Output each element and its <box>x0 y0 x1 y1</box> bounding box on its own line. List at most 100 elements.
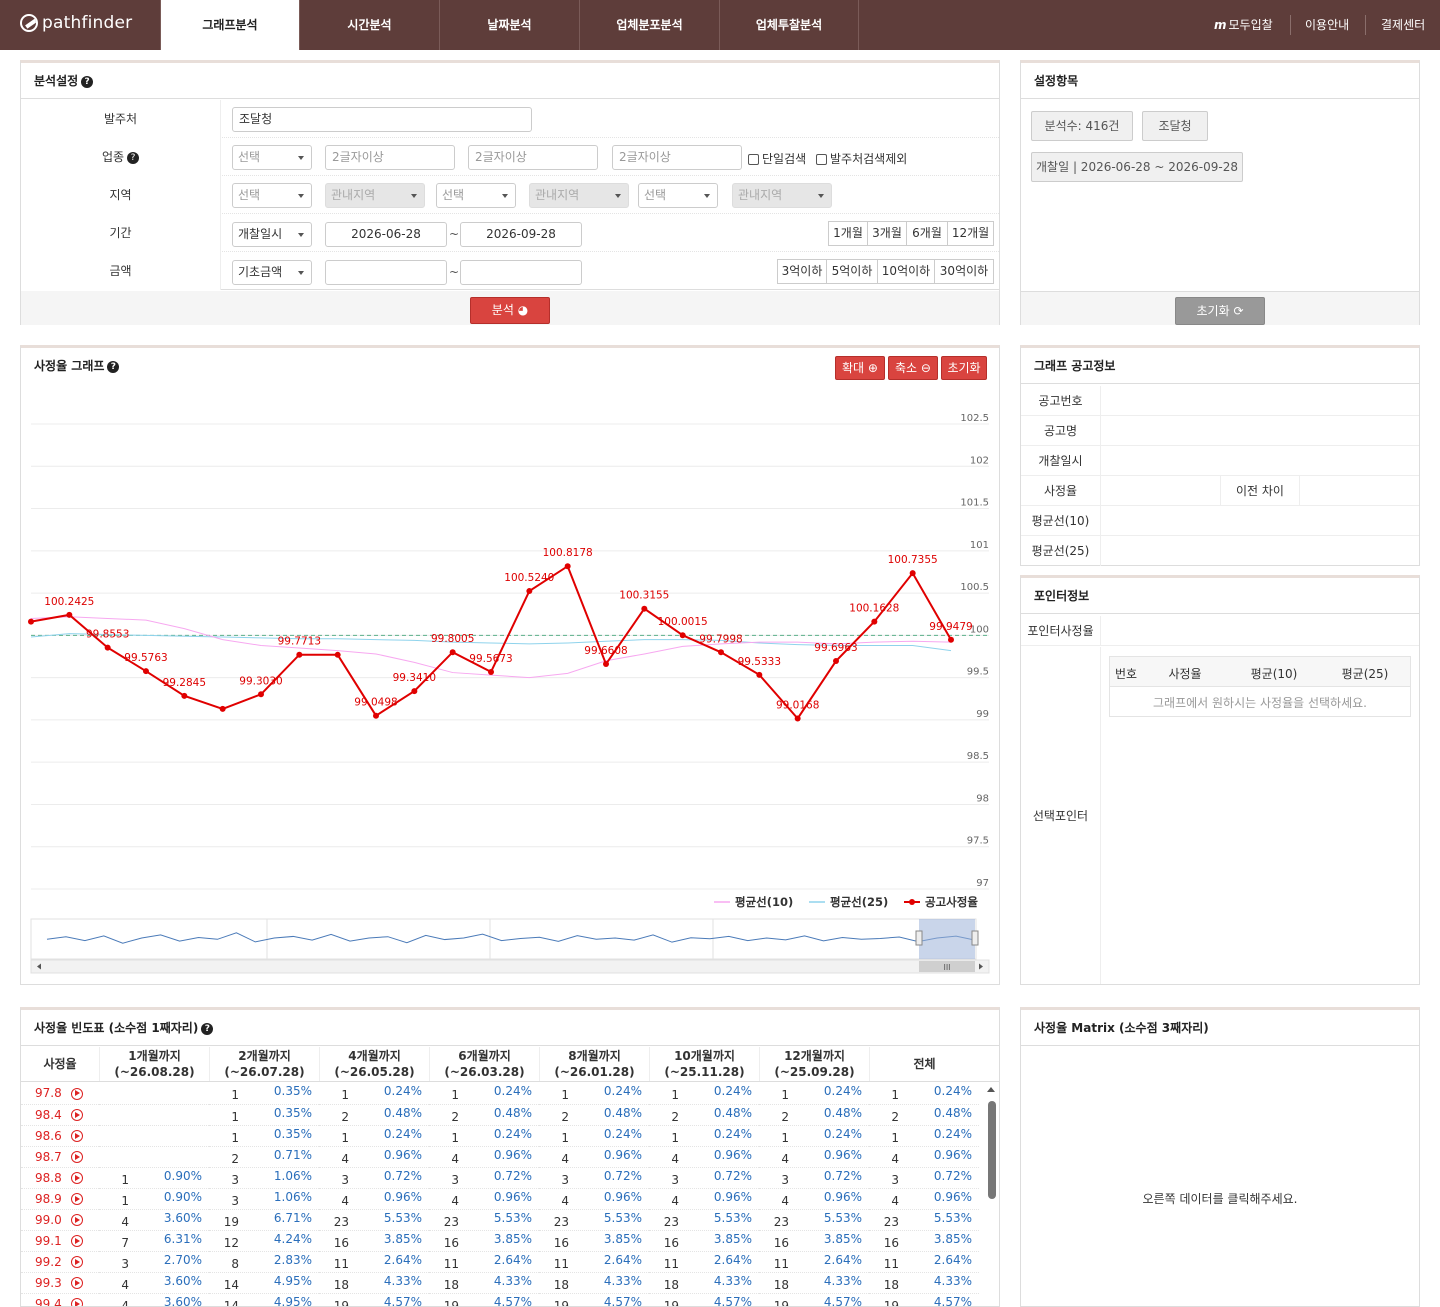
legend-label[interactable]: 평균선(25) <box>830 895 888 909</box>
frequency-cell[interactable]: 10.35% <box>209 1083 319 1104</box>
frequency-cell[interactable]: 10.90% <box>99 1188 209 1209</box>
frequency-cell[interactable]: 40.96% <box>649 1188 759 1209</box>
frequency-cell[interactable]: 40.96% <box>429 1188 539 1209</box>
table-row[interactable]: 98.7 20.71%40.96%40.96%40.96%40.96%40.96… <box>21 1146 979 1167</box>
frequency-cell[interactable] <box>99 1104 209 1125</box>
frequency-cell[interactable]: 144.95% <box>209 1272 319 1293</box>
frequency-cell[interactable]: 112.64% <box>319 1251 429 1272</box>
chart-series[interactable] <box>31 566 951 718</box>
region-select-2[interactable]: 선택 <box>436 183 516 208</box>
data-point[interactable] <box>296 652 302 658</box>
data-point[interactable] <box>105 645 111 651</box>
frequency-cell[interactable]: 40.96% <box>759 1146 869 1167</box>
frequency-cell[interactable]: 32.70% <box>99 1251 209 1272</box>
frequency-cell[interactable]: 196.71% <box>209 1209 319 1230</box>
rate-cell[interactable]: 98.7 <box>21 1146 99 1167</box>
amount-from-input[interactable] <box>325 260 447 285</box>
industry-keyword-input-1[interactable]: 2글자이상 <box>325 145 455 170</box>
frequency-cell[interactable]: 112.64% <box>649 1251 759 1272</box>
overview-right-handle[interactable] <box>972 931 978 945</box>
frequency-cell[interactable]: 184.33% <box>759 1272 869 1293</box>
guide-link[interactable]: 이용안내 <box>1305 0 1349 50</box>
frequency-cell[interactable] <box>99 1125 209 1146</box>
frequency-cell[interactable]: 30.72% <box>319 1167 429 1188</box>
period-type-select[interactable]: 개찰일시 <box>232 222 312 247</box>
frequency-cell[interactable]: 184.33% <box>649 1272 759 1293</box>
frequency-cell[interactable]: 43.60% <box>99 1272 209 1293</box>
region-select-3[interactable]: 선택 <box>638 183 718 208</box>
rate-cell[interactable]: 98.6 <box>21 1125 99 1146</box>
period-6month-button[interactable]: 6개월 <box>906 221 948 246</box>
amount-500m-button[interactable]: 5억이하 <box>826 259 878 284</box>
frequency-cell[interactable] <box>99 1146 209 1167</box>
frequency-cell[interactable]: 184.33% <box>869 1272 979 1293</box>
data-point[interactable] <box>641 606 647 612</box>
frequency-cell[interactable]: 194.57% <box>759 1293 869 1307</box>
period-1month-button[interactable]: 1개월 <box>828 221 868 246</box>
frequency-cell[interactable]: 194.57% <box>649 1293 759 1307</box>
industry-keyword-input-3[interactable]: 2글자이상 <box>612 145 742 170</box>
modu-bid-link[interactable]: m모두입찰 <box>1214 0 1273 50</box>
frequency-cell[interactable]: 20.48% <box>319 1104 429 1125</box>
exclude-client-checkbox[interactable]: 발주처검색제외 <box>816 150 907 167</box>
help-icon[interactable]: ? <box>201 1023 213 1035</box>
frequency-cell[interactable]: 30.72% <box>649 1167 759 1188</box>
data-point[interactable] <box>756 672 762 678</box>
frequency-cell[interactable]: 10.24% <box>759 1125 869 1146</box>
zoom-out-button[interactable]: 축소 ⊖ <box>888 356 938 380</box>
frequency-cell[interactable]: 235.53% <box>539 1209 649 1230</box>
data-point[interactable] <box>258 691 264 697</box>
frequency-table-body[interactable]: 97.8 10.35%10.24%10.24%10.24%10.24%10.24… <box>21 1083 985 1307</box>
table-scrollbar[interactable] <box>985 1083 999 1307</box>
frequency-cell[interactable]: 40.96% <box>539 1188 649 1209</box>
data-point[interactable] <box>488 669 494 675</box>
frequency-cell[interactable]: 124.24% <box>209 1230 319 1251</box>
frequency-cell[interactable]: 40.96% <box>429 1146 539 1167</box>
frequency-cell[interactable]: 10.24% <box>429 1125 539 1146</box>
rate-cell[interactable]: 99.4 <box>21 1293 99 1307</box>
client-input[interactable]: 조달청 <box>232 107 532 132</box>
period-12month-button[interactable]: 12개월 <box>947 221 994 246</box>
tab-time-analysis[interactable]: 시간분석 <box>299 0 439 50</box>
frequency-cell[interactable]: 20.48% <box>429 1104 539 1125</box>
play-icon[interactable] <box>71 1151 83 1163</box>
frequency-cell[interactable]: 76.31% <box>99 1230 209 1251</box>
frequency-cell[interactable]: 163.85% <box>869 1230 979 1251</box>
amount-1b-button[interactable]: 10억이하 <box>877 259 935 284</box>
scroll-up-icon[interactable] <box>987 1087 995 1092</box>
frequency-cell[interactable]: 112.64% <box>869 1251 979 1272</box>
frequency-cell[interactable]: 235.53% <box>649 1209 759 1230</box>
amount-to-input[interactable] <box>460 260 582 285</box>
tab-company-bidding[interactable]: 업체투찰분석 <box>719 0 859 50</box>
frequency-cell[interactable]: 163.85% <box>429 1230 539 1251</box>
help-icon[interactable]: ? <box>81 76 93 88</box>
graph-reset-button[interactable]: 초기화 <box>941 356 987 380</box>
data-point[interactable] <box>565 563 571 569</box>
play-icon[interactable] <box>71 1088 83 1100</box>
frequency-cell[interactable]: 40.96% <box>759 1188 869 1209</box>
help-icon[interactable]: ? <box>107 361 119 373</box>
play-icon[interactable] <box>71 1235 83 1247</box>
period-3month-button[interactable]: 3개월 <box>867 221 907 246</box>
frequency-cell[interactable]: 20.48% <box>759 1104 869 1125</box>
frequency-cell[interactable]: 194.57% <box>539 1293 649 1307</box>
table-row[interactable]: 99.0 43.60%196.71%235.53%235.53%235.53%2… <box>21 1209 979 1230</box>
data-point[interactable] <box>603 661 609 667</box>
frequency-cell[interactable]: 20.48% <box>649 1104 759 1125</box>
analysis-count-chip[interactable]: 분석수: 416건 <box>1031 111 1133 141</box>
table-row[interactable]: 99.3 43.60%144.95%184.33%184.33%184.33%1… <box>21 1272 979 1293</box>
industry-keyword-input-2[interactable]: 2글자이상 <box>468 145 598 170</box>
play-icon[interactable] <box>71 1193 83 1205</box>
frequency-cell[interactable] <box>99 1083 209 1104</box>
frequency-cell[interactable]: 30.72% <box>539 1167 649 1188</box>
period-from-input[interactable]: 2026-06-28 <box>325 222 447 247</box>
rate-cell[interactable]: 97.8 <box>21 1083 99 1104</box>
frequency-cell[interactable]: 40.96% <box>319 1146 429 1167</box>
table-row[interactable]: 99.4 43.60%144.95%194.57%194.57%194.57%1… <box>21 1293 979 1307</box>
frequency-cell[interactable]: 10.24% <box>319 1083 429 1104</box>
frequency-cell[interactable]: 82.83% <box>209 1251 319 1272</box>
frequency-cell[interactable]: 184.33% <box>429 1272 539 1293</box>
table-row[interactable]: 97.8 10.35%10.24%10.24%10.24%10.24%10.24… <box>21 1083 979 1104</box>
frequency-cell[interactable]: 235.53% <box>759 1209 869 1230</box>
date-range-chip[interactable]: 개찰일 | 2026-06-28 ~ 2026-09-28 <box>1031 152 1243 182</box>
